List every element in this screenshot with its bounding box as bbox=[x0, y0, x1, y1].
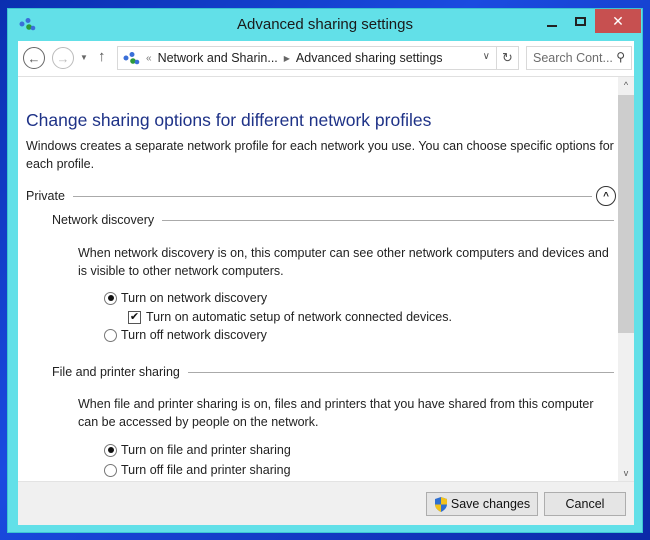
option-label: Turn on automatic setup of network conne… bbox=[146, 310, 452, 324]
minimize-icon bbox=[547, 25, 557, 27]
refresh-button[interactable]: ↻ bbox=[497, 46, 519, 70]
breadcrumb-network-and-sharing[interactable]: Network and Sharin... bbox=[158, 51, 278, 65]
chevron-down-icon: ▼ bbox=[80, 53, 88, 62]
option-label: Turn off network discovery bbox=[121, 328, 267, 342]
uac-shield-icon bbox=[434, 496, 447, 512]
back-arrow-icon: ← bbox=[27, 50, 41, 66]
back-button[interactable]: ← bbox=[23, 47, 45, 69]
page-title: Change sharing options for different net… bbox=[26, 110, 432, 130]
checkbox-checked-icon[interactable]: ✔ bbox=[128, 310, 141, 324]
intro-text: Windows creates a separate network profi… bbox=[26, 139, 614, 171]
radio-turn-on-file-printer-sharing[interactable]: Turn on file and printer sharing bbox=[104, 443, 291, 457]
radio-unselected-icon[interactable] bbox=[104, 463, 117, 477]
section-header-file-printer-sharing: File and printer sharing bbox=[52, 365, 614, 379]
radio-turn-off-file-printer-sharing[interactable]: Turn off file and printer sharing bbox=[104, 463, 291, 477]
settings-content: Change sharing options for different net… bbox=[18, 77, 618, 481]
scroll-thumb[interactable] bbox=[618, 95, 634, 333]
breadcrumb-advanced-sharing[interactable]: Advanced sharing settings bbox=[296, 51, 443, 65]
forward-button[interactable]: → bbox=[52, 47, 74, 69]
collapse-button[interactable]: ^ bbox=[596, 186, 616, 206]
radio-selected-icon[interactable] bbox=[104, 443, 117, 457]
close-icon: ✕ bbox=[612, 12, 624, 29]
search-input[interactable]: Search Cont... ⚲ bbox=[526, 46, 632, 70]
save-label: Save changes bbox=[450, 497, 531, 511]
divider bbox=[72, 195, 592, 197]
forward-arrow-icon: → bbox=[56, 50, 70, 66]
breadcrumb-separator-icon[interactable]: ▶ bbox=[284, 54, 290, 63]
radio-turn-off-network-discovery[interactable]: Turn off network discovery bbox=[104, 328, 267, 342]
title-bar[interactable]: Advanced sharing settings ✕ bbox=[8, 9, 642, 41]
radio-selected-icon[interactable] bbox=[104, 291, 117, 305]
maximize-icon bbox=[574, 16, 586, 26]
save-changes-button[interactable]: Save changes bbox=[426, 492, 538, 516]
close-button[interactable]: ✕ bbox=[595, 9, 641, 33]
scroll-down-icon[interactable]: v bbox=[618, 468, 634, 478]
recent-locations-button[interactable]: ▼ bbox=[80, 53, 88, 62]
divider bbox=[187, 371, 614, 373]
overflow-icon[interactable]: « bbox=[146, 53, 152, 64]
footer: Save changes Cancel bbox=[18, 481, 634, 525]
search-icon[interactable]: ⚲ bbox=[616, 50, 625, 64]
vertical-scrollbar[interactable]: ^ v bbox=[618, 77, 634, 481]
section-title: Network discovery bbox=[52, 213, 155, 227]
address-dropdown-icon[interactable]: ∨ bbox=[483, 51, 490, 62]
section-header-network-discovery: Network discovery bbox=[52, 213, 614, 227]
file-printer-sharing-description: When file and printer sharing is on, fil… bbox=[78, 397, 594, 429]
navigation-bar: ← → ▼ ↑ « Network and Sharin... ▶ Advanc… bbox=[18, 41, 634, 77]
option-label: Turn on file and printer sharing bbox=[121, 443, 291, 457]
radio-unselected-icon[interactable] bbox=[104, 328, 117, 342]
minimize-button[interactable] bbox=[538, 9, 566, 33]
maximize-button[interactable] bbox=[566, 9, 594, 33]
profile-header-private[interactable]: Private ^ bbox=[26, 186, 616, 206]
up-arrow-icon: ↑ bbox=[98, 48, 106, 65]
network-icon bbox=[123, 52, 140, 65]
search-placeholder: Search Cont... bbox=[533, 51, 613, 65]
scroll-up-icon[interactable]: ^ bbox=[618, 80, 634, 90]
profile-name: Private bbox=[26, 189, 65, 203]
option-label: Turn on network discovery bbox=[121, 291, 268, 305]
address-bar[interactable]: « Network and Sharin... ▶ Advanced shari… bbox=[117, 46, 497, 70]
window: Advanced sharing settings ✕ ← → ▼ ↑ « Ne… bbox=[7, 8, 643, 533]
chevron-up-icon: ^ bbox=[603, 190, 609, 202]
cancel-button[interactable]: Cancel bbox=[544, 492, 626, 516]
refresh-icon: ↻ bbox=[502, 50, 513, 65]
network-discovery-description: When network discovery is on, this compu… bbox=[78, 246, 609, 278]
section-title: File and printer sharing bbox=[52, 365, 180, 379]
divider bbox=[162, 219, 614, 221]
checkbox-automatic-setup[interactable]: ✔ Turn on automatic setup of network con… bbox=[128, 310, 452, 324]
radio-turn-on-network-discovery[interactable]: Turn on network discovery bbox=[104, 291, 267, 305]
option-label: Turn off file and printer sharing bbox=[121, 463, 291, 477]
up-button[interactable]: ↑ bbox=[98, 48, 106, 65]
